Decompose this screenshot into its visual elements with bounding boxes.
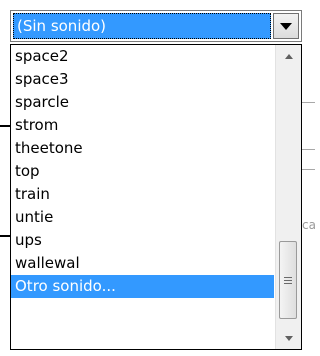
grip-icon xyxy=(284,279,292,281)
list-item[interactable]: sparcle xyxy=(11,91,274,114)
scroll-up-button[interactable] xyxy=(276,45,301,67)
scroll-up-arrow-icon xyxy=(284,53,293,59)
background-divider xyxy=(302,169,315,170)
list-item[interactable]: train xyxy=(11,183,274,206)
sound-dropdown-list[interactable]: space2 space3 sparcle strom theetone top… xyxy=(10,44,302,350)
list-item[interactable]: space2 xyxy=(11,45,274,68)
list-item[interactable]: ups xyxy=(11,229,274,252)
background-divider xyxy=(302,102,315,103)
list-item-selected[interactable]: Otro sonido... xyxy=(11,275,274,298)
list-item[interactable]: untie xyxy=(11,206,274,229)
sound-combo-box[interactable]: (Sin sonido) xyxy=(10,10,302,42)
screen: ca (Sin sonido) space2 space3 sparcle st… xyxy=(0,0,315,356)
grip-icon xyxy=(284,282,292,284)
list-item[interactable]: wallewal xyxy=(11,252,274,275)
list-item[interactable]: strom xyxy=(11,114,274,137)
list-items: space2 space3 sparcle strom theetone top… xyxy=(11,45,274,298)
dropdown-button[interactable] xyxy=(273,13,299,39)
scroll-thumb[interactable] xyxy=(279,241,297,319)
vertical-scrollbar[interactable] xyxy=(275,45,301,349)
scroll-down-button[interactable] xyxy=(276,327,301,349)
background-divider xyxy=(302,149,315,150)
list-item[interactable]: top xyxy=(11,160,274,183)
list-item[interactable]: theetone xyxy=(11,137,274,160)
background-partial-text: ca xyxy=(302,218,315,232)
combo-selected-value[interactable]: (Sin sonido) xyxy=(13,13,271,39)
chevron-down-icon xyxy=(280,22,292,30)
scroll-down-arrow-icon xyxy=(284,335,293,341)
list-item[interactable]: space3 xyxy=(11,68,274,91)
grip-icon xyxy=(284,276,292,278)
